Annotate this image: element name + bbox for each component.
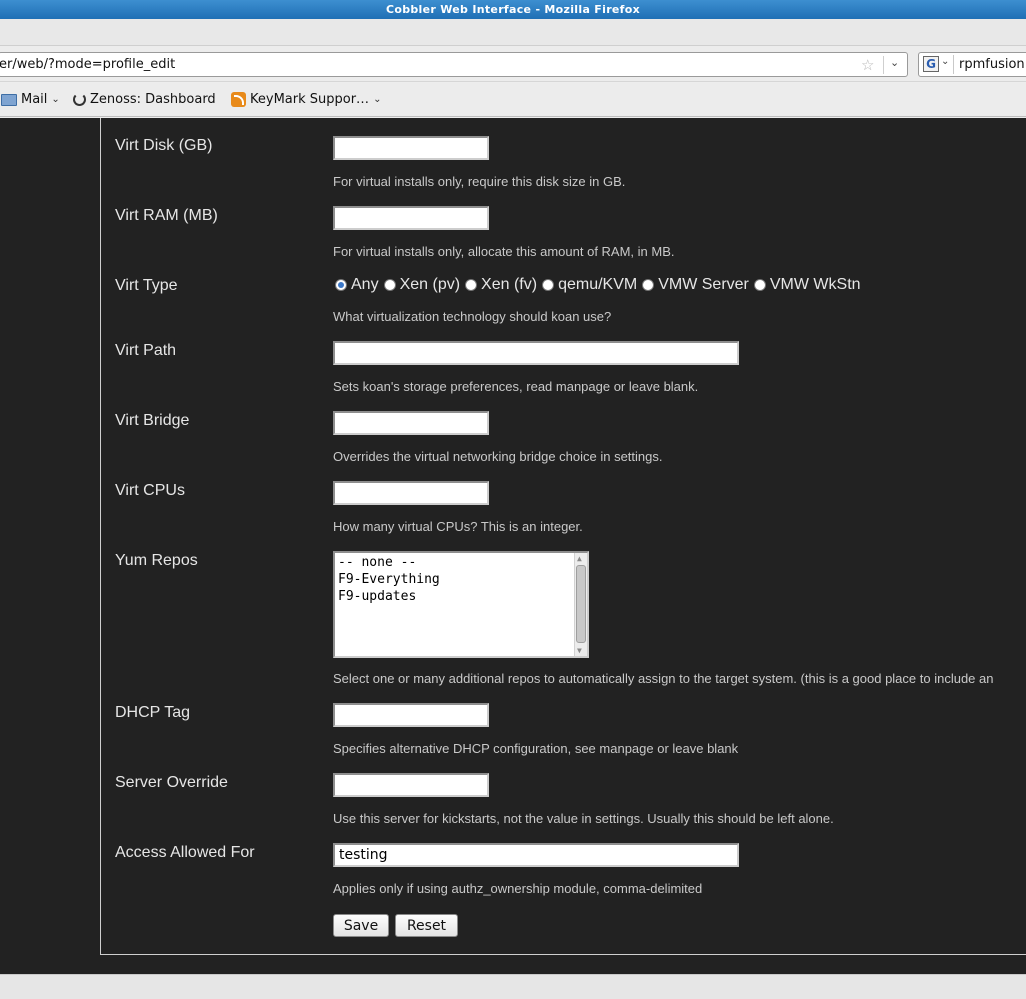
radio-button[interactable] <box>753 279 766 291</box>
bookmark-mail[interactable]: Mail ⌄ <box>1 92 60 107</box>
status-bar <box>0 974 1026 999</box>
radio-button-selected[interactable] <box>335 279 347 291</box>
save-button[interactable]: Save <box>333 914 389 937</box>
repo-option[interactable]: F9-updates <box>338 588 416 605</box>
virt-type-option-vmw-wkstn[interactable]: VMW WkStn <box>753 276 861 294</box>
bookmark-label: Zenoss: Dashboard <box>90 92 216 107</box>
scroll-down-arrow-icon[interactable]: ▼ <box>577 646 582 655</box>
virt-ram-input[interactable] <box>333 206 489 230</box>
scrollbar-thumb[interactable] <box>576 565 586 643</box>
yum-repos-help: Select one or many additional repos to a… <box>333 671 994 686</box>
access-allowed-label: Access Allowed For <box>115 844 255 861</box>
history-dropdown-icon[interactable]: ⌄ <box>890 56 899 69</box>
virt-type-help: What virtualization technology should ko… <box>333 309 612 324</box>
repo-option[interactable]: -- none -- <box>338 554 416 571</box>
radio-label: Xen (fv) <box>481 276 538 293</box>
search-bar-divider <box>953 55 954 74</box>
virt-path-label: Virt Path <box>115 342 177 359</box>
radio-button[interactable] <box>383 279 396 291</box>
radio-label: VMW Server <box>658 276 749 293</box>
yum-repos-label: Yum Repos <box>115 552 198 569</box>
bookmark-label: KeyMark Suppor… <box>250 92 370 107</box>
bookmark-keymark[interactable]: KeyMark Suppor… ⌄ <box>231 92 381 107</box>
search-bar[interactable]: G ⌄ rpmfusion <box>918 52 1026 77</box>
bookmarks-toolbar: Mail ⌄ Zenoss: Dashboard KeyMark Suppor…… <box>0 83 1026 117</box>
dhcp-tag-input[interactable] <box>333 703 489 727</box>
access-allowed-help: Applies only if using authz_ownership mo… <box>333 881 703 896</box>
url-bar[interactable]: er/web/?mode=profile_edit ☆ ⌄ <box>0 52 908 77</box>
virt-path-help: Sets koan's storage preferences, read ma… <box>333 379 699 394</box>
server-override-input[interactable] <box>333 773 489 797</box>
virt-bridge-input[interactable] <box>333 411 489 435</box>
zenoss-icon <box>73 93 86 106</box>
chevron-down-icon: ⌄ <box>373 94 382 105</box>
dhcp-tag-label: DHCP Tag <box>115 704 190 721</box>
virt-disk-label: Virt Disk (GB) <box>115 137 213 154</box>
virt-disk-input[interactable] <box>333 136 489 160</box>
server-override-help: Use this server for kickstarts, not the … <box>333 811 834 826</box>
bookmark-zenoss[interactable]: Zenoss: Dashboard <box>73 92 216 107</box>
virt-ram-help: For virtual installs only, allocate this… <box>333 244 675 259</box>
scroll-up-arrow-icon[interactable]: ▲ <box>577 554 582 563</box>
virt-cpus-help: How many virtual CPUs? This is an intege… <box>333 519 583 534</box>
virt-path-input[interactable] <box>333 341 739 365</box>
virt-cpus-label: Virt CPUs <box>115 482 185 499</box>
folder-icon <box>1 93 17 106</box>
radio-button[interactable] <box>642 279 655 291</box>
reset-button[interactable]: Reset <box>395 914 458 937</box>
virt-bridge-help: Overrides the virtual networking bridge … <box>333 449 663 464</box>
virt-type-radio-group: Any Xen (pv) Xen (fv) qemu/KVM VMW Serve… <box>335 276 866 294</box>
dhcp-tag-help: Specifies alternative DHCP configuration… <box>333 741 739 756</box>
rss-feed-icon <box>231 92 246 107</box>
access-allowed-input[interactable]: testing <box>333 843 739 867</box>
virt-type-option-vmw-server[interactable]: VMW Server <box>642 276 749 294</box>
server-override-label: Server Override <box>115 774 228 791</box>
url-text[interactable]: er/web/?mode=profile_edit <box>0 57 175 72</box>
radio-label: VMW WkStn <box>769 276 861 293</box>
virt-bridge-label: Virt Bridge <box>115 412 190 429</box>
page-content: Virt Disk (GB) For virtual installs only… <box>0 118 1026 974</box>
radio-label: qemu/KVM <box>558 276 638 293</box>
window-title: Cobbler Web Interface - Mozilla Firefox <box>385 3 641 16</box>
repo-list-scrollbar[interactable]: ▲ ▼ <box>574 553 587 656</box>
bookmark-label: Mail <box>21 92 48 107</box>
yum-repos-select[interactable]: -- none -- F9-Everything F9-updates ▲ ▼ <box>333 551 589 658</box>
menu-bar <box>0 19 1026 46</box>
virt-cpus-input[interactable] <box>333 481 489 505</box>
navigation-toolbar: er/web/?mode=profile_edit ☆ ⌄ G ⌄ rpmfus… <box>0 46 1026 82</box>
bookmark-star-icon[interactable]: ☆ <box>861 56 874 74</box>
url-bar-divider <box>883 56 884 74</box>
radio-button[interactable] <box>542 279 555 291</box>
virt-type-label: Virt Type <box>115 277 178 294</box>
radio-label: Any <box>351 276 379 293</box>
chevron-down-icon: ⌄ <box>51 94 60 105</box>
virt-type-option-any[interactable]: Any <box>335 276 379 294</box>
radio-button[interactable] <box>465 279 478 291</box>
chevron-down-icon[interactable]: ⌄ <box>941 56 949 67</box>
window-title-bar: Cobbler Web Interface - Mozilla Firefox <box>0 0 1026 19</box>
virt-type-option-qemu-kvm[interactable]: qemu/KVM <box>542 276 637 294</box>
virt-type-option-xen-fv[interactable]: Xen (fv) <box>465 276 537 294</box>
repo-option[interactable]: F9-Everything <box>338 571 440 588</box>
search-input[interactable]: rpmfusion <box>959 57 1025 72</box>
google-search-engine-icon[interactable]: G <box>923 56 939 72</box>
virt-ram-label: Virt RAM (MB) <box>115 207 218 224</box>
virt-type-option-xen-pv[interactable]: Xen (pv) <box>383 276 461 294</box>
radio-label: Xen (pv) <box>399 276 461 293</box>
virt-disk-help: For virtual installs only, require this … <box>333 174 626 189</box>
